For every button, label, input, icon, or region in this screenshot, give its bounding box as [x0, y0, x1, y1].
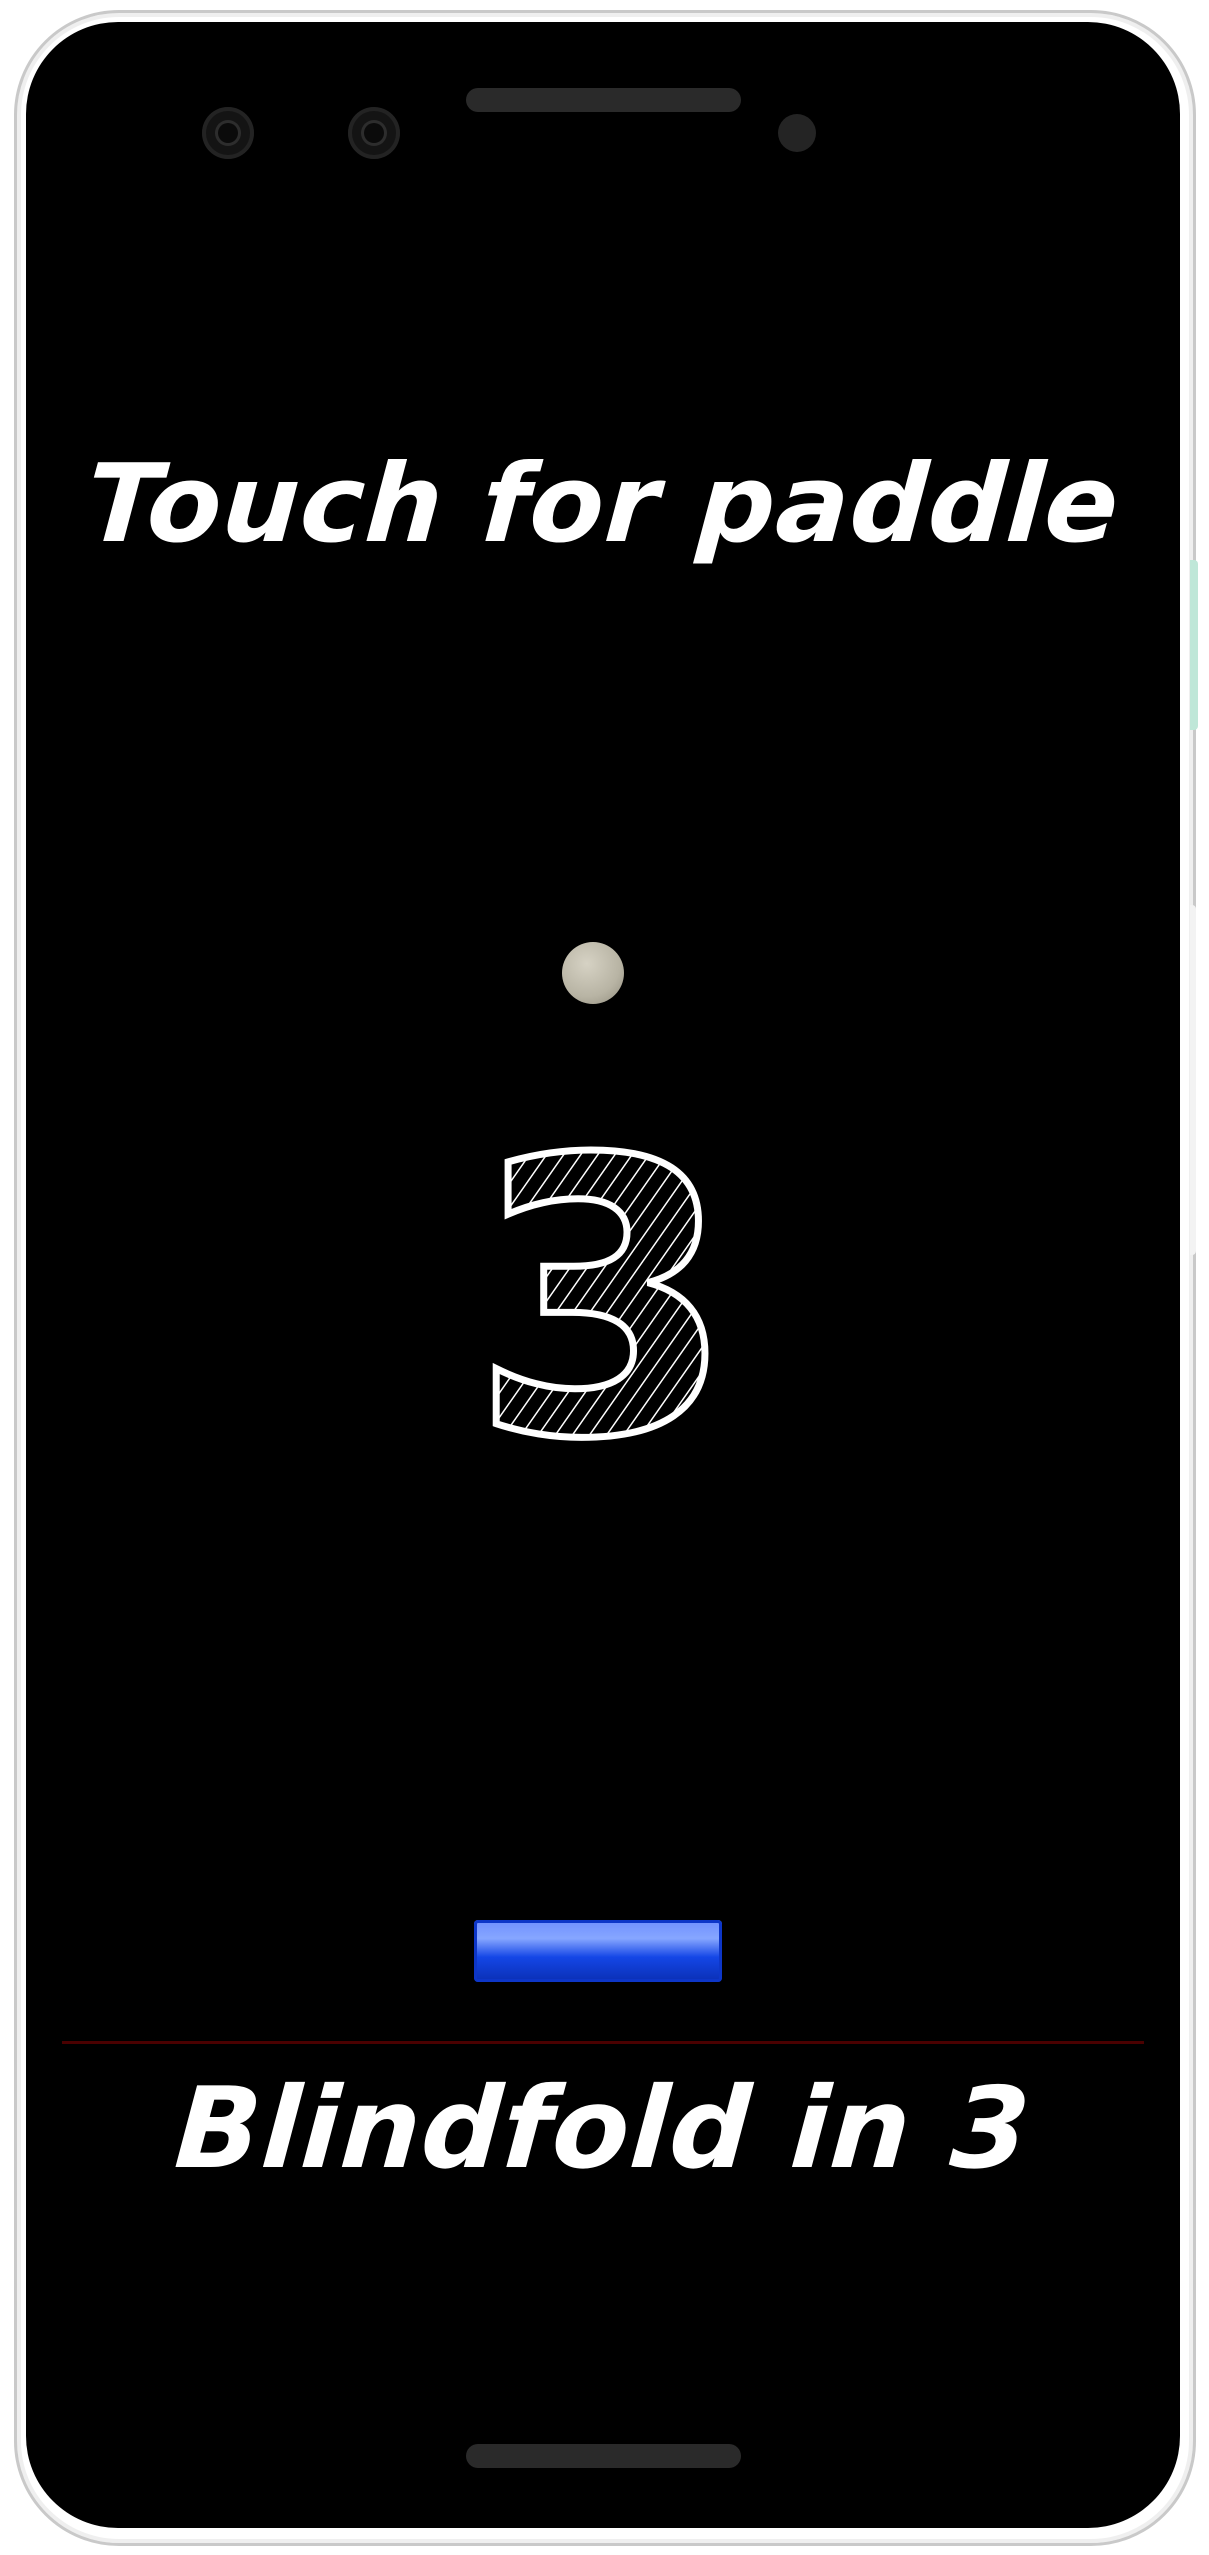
instruction-text: Touch for paddle — [82, 442, 1124, 567]
countdown-3-icon: 3 — [473, 1112, 733, 1472]
status-text: Blindfold in 3 — [171, 2064, 1035, 2194]
floor-line — [62, 2041, 1144, 2044]
game-screen[interactable]: Touch for paddle 3 Blindfold in 3 — [26, 22, 1180, 2528]
bottom-speaker — [466, 2444, 741, 2468]
ball — [562, 942, 624, 1004]
proximity-sensor-icon — [202, 107, 254, 159]
top-speaker — [466, 88, 741, 112]
paddle[interactable] — [474, 1920, 722, 1982]
light-sensor-icon — [348, 107, 400, 159]
svg-text:3: 3 — [473, 1112, 733, 1472]
countdown-number: 3 — [26, 1112, 1180, 1477]
power-button — [1190, 560, 1198, 730]
front-camera-icon — [778, 114, 816, 152]
volume-button — [1190, 905, 1196, 1255]
